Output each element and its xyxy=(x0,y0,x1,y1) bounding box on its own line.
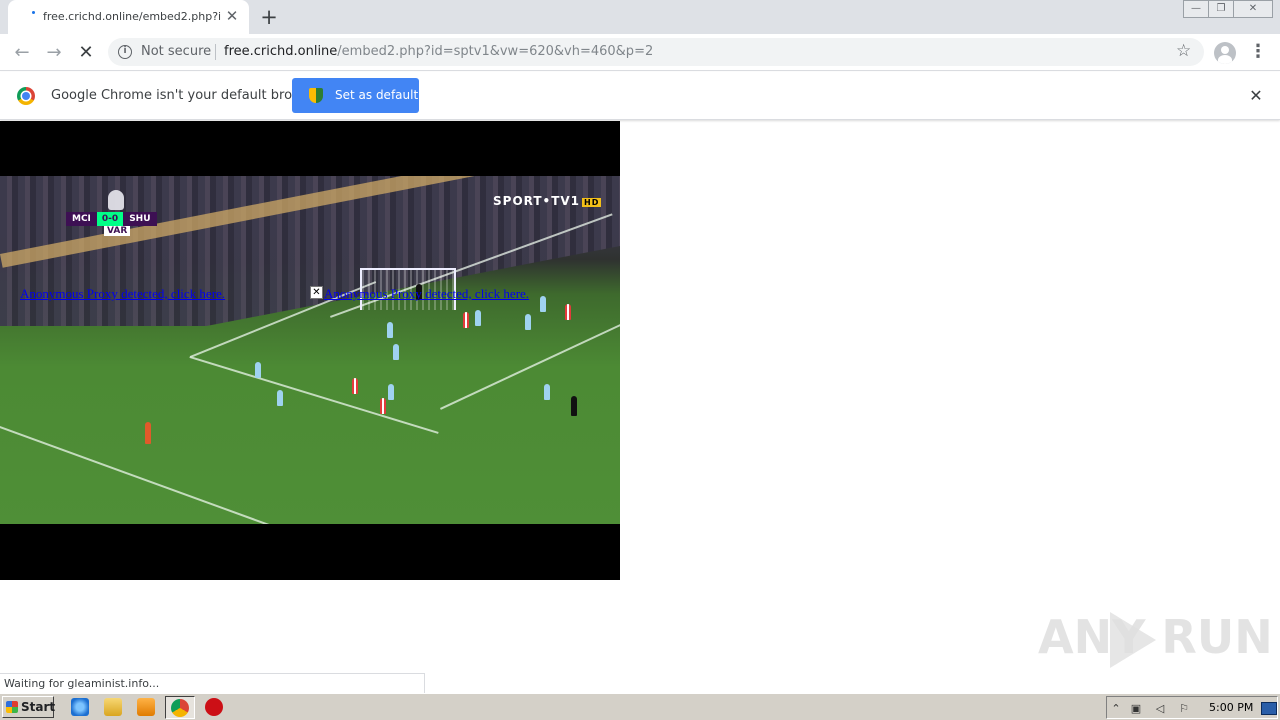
player-figure xyxy=(544,384,550,400)
scoreboard: MCI 0-0 SHU xyxy=(66,212,157,226)
show-desktop-icon[interactable] xyxy=(1261,702,1277,715)
player-figure xyxy=(380,398,386,414)
hd-badge: HD xyxy=(582,198,602,207)
video-frame[interactable]: MCI 0-0 SHU VAR SPORT•TV1 HD Anonymous Pr… xyxy=(0,176,620,524)
match-score: 0-0 xyxy=(96,212,124,226)
tab-strip: free.crichd.online/embed2.php?id=sptv1&v… xyxy=(0,0,1280,34)
home-team: MCI xyxy=(66,212,97,226)
back-arrow-icon[interactable]: ← xyxy=(9,40,35,66)
set-as-default-button[interactable]: Set as default xyxy=(292,78,419,113)
proxy-ad-link[interactable]: Anonymous Proxy detected, click here. xyxy=(20,286,225,302)
volume-icon[interactable]: ◁ xyxy=(1153,702,1167,715)
kebab-menu-icon[interactable]: ⋮ xyxy=(1248,42,1268,62)
video-player[interactable]: MCI 0-0 SHU VAR SPORT•TV1 HD Anonymous Pr… xyxy=(0,121,620,580)
security-label[interactable]: Not secure xyxy=(141,44,211,59)
action-center-flag-icon[interactable]: ⚐ xyxy=(1177,702,1191,715)
pitch-box-line xyxy=(440,323,620,410)
opera-icon[interactable] xyxy=(205,698,223,716)
info-icon[interactable]: i xyxy=(118,45,132,59)
channel-name: SPORT•TV1 xyxy=(493,194,581,208)
premier-league-logo-icon xyxy=(108,190,124,210)
channel-logo: SPORT•TV1 HD xyxy=(493,194,602,208)
tab-close-icon[interactable]: ✕ xyxy=(224,8,240,24)
infobar-close-icon[interactable]: ✕ xyxy=(1246,86,1266,106)
proxy-ad-link[interactable]: Anonymous Proxy detected, click here. xyxy=(324,286,529,302)
loading-favicon-icon xyxy=(26,10,40,24)
player-figure xyxy=(525,314,531,330)
chrome-logo-icon xyxy=(17,87,35,105)
player-figure xyxy=(540,296,546,312)
new-tab-button[interactable]: + xyxy=(258,6,280,28)
pitch-box-line xyxy=(189,356,439,434)
referee-figure xyxy=(571,396,577,416)
tab-title: free.crichd.online/embed2.php?id=sptv1&v… xyxy=(43,10,221,23)
browser-toolbar: ← → ✕ i Not secure free.crichd.online/em… xyxy=(0,34,1280,71)
pitch-sideline xyxy=(0,426,339,524)
windows-taskbar: Start ⌃ ▣ ◁ ⚐ 5:00 PM xyxy=(0,693,1280,720)
omnibox-separator xyxy=(215,44,216,60)
profile-avatar-icon[interactable] xyxy=(1214,42,1236,64)
player-figure xyxy=(463,312,469,328)
forward-arrow-icon[interactable]: → xyxy=(41,40,67,66)
network-icon[interactable]: ▣ xyxy=(1129,702,1143,715)
url-host: free.crichd.online xyxy=(224,44,338,59)
show-hidden-icons-icon[interactable]: ⌃ xyxy=(1109,702,1123,715)
player-figure xyxy=(475,310,481,326)
set-as-default-label: Set as default xyxy=(335,88,419,102)
bookmark-star-icon[interactable]: ☆ xyxy=(1176,41,1191,61)
away-team: SHU xyxy=(123,212,157,226)
stop-loading-icon[interactable]: ✕ xyxy=(73,40,99,66)
address-bar[interactable]: i Not secure free.crichd.online/embed2.p… xyxy=(108,38,1204,66)
player-figure xyxy=(277,390,283,406)
player-figure xyxy=(388,384,394,400)
chrome-taskbar-button[interactable] xyxy=(165,696,195,719)
player-figure xyxy=(565,304,571,320)
media-player-icon[interactable] xyxy=(137,698,155,716)
url-text[interactable]: free.crichd.online/embed2.php?id=sptv1&v… xyxy=(224,44,653,59)
start-button[interactable]: Start xyxy=(2,696,56,718)
player-figure xyxy=(393,344,399,360)
file-explorer-icon[interactable] xyxy=(104,698,122,716)
default-browser-infobar: Google Chrome isn't your default browser… xyxy=(0,72,1280,120)
var-badge: VAR xyxy=(104,226,131,236)
player-figure xyxy=(145,422,151,444)
status-bubble: Waiting for gleaminist.info... xyxy=(0,673,425,693)
start-label: Start xyxy=(21,700,56,714)
window-close-button[interactable]: ✕ xyxy=(1233,0,1273,18)
url-path: /embed2.php?id=sptv1&vw=620&vh=460&p=2 xyxy=(337,44,654,59)
clock[interactable]: 5:00 PM xyxy=(1209,701,1253,714)
broken-image-icon[interactable]: ✕ xyxy=(310,286,323,299)
restore-button[interactable]: ❐ xyxy=(1208,0,1234,18)
player-figure xyxy=(255,362,261,378)
windows-flag-icon xyxy=(6,701,18,713)
chrome-icon xyxy=(171,699,189,717)
player-figure xyxy=(387,322,393,338)
anyrun-watermark: ANY RUN xyxy=(1038,610,1273,664)
infobar-message: Google Chrome isn't your default browser xyxy=(51,88,323,103)
browser-tab[interactable]: free.crichd.online/embed2.php?id=sptv1&v… xyxy=(8,0,249,34)
internet-explorer-icon[interactable] xyxy=(71,698,89,716)
minimize-button[interactable]: — xyxy=(1183,0,1209,18)
uac-shield-icon xyxy=(309,88,323,103)
player-figure xyxy=(352,378,358,394)
system-tray: ⌃ ▣ ◁ ⚐ 5:00 PM xyxy=(1106,696,1278,719)
